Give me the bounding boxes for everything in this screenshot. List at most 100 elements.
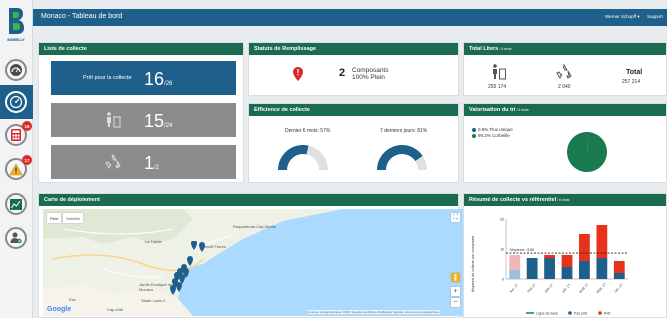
logo-text: BIGBELLY xyxy=(7,38,25,42)
bar-pret[interactable] xyxy=(544,255,555,258)
resume-panel: Résumé de collecte vs référentiel/ 6 moi… xyxy=(463,193,667,318)
bar-pret[interactable] xyxy=(579,234,590,261)
zoom-out-button[interactable]: − xyxy=(451,298,460,307)
sidebar-item-chart[interactable] xyxy=(5,193,27,215)
gauge-right-fill xyxy=(377,145,423,170)
warning-icon xyxy=(9,162,23,175)
legend-pret: Prêt xyxy=(604,312,610,316)
bar-pret[interactable] xyxy=(509,255,521,270)
legend-dot xyxy=(472,133,476,138)
total-liters-panel: Total Liters/ 6 mois 255 174 2 040 Total… xyxy=(463,42,667,96)
statuts-text: Composants 100% Plein xyxy=(352,67,389,81)
map-footer[interactable]: Données cartographiques ©2017 Google Con… xyxy=(307,310,440,314)
gauge-right xyxy=(377,145,427,170)
y-tick-label: 0 xyxy=(502,278,504,282)
support-link[interactable]: Support xyxy=(647,14,663,19)
legend-ligne-de-base: Ligne de base xyxy=(536,312,558,316)
total-liters-title: Total Liters/ 6 mois xyxy=(464,43,666,55)
map-label-la-turbie: La Turbie xyxy=(145,239,162,244)
fullscreen-button[interactable]: ⛶ xyxy=(451,213,460,222)
sidebar: BIGBELLY 16 17 xyxy=(0,0,33,318)
bar-pret[interactable] xyxy=(561,255,573,267)
legend-pas-pret-dot xyxy=(568,311,572,315)
calculator-icon xyxy=(11,129,21,141)
tile-recyclage[interactable]: 1/2 xyxy=(51,145,236,179)
bar-pas-pret[interactable] xyxy=(561,267,573,279)
gauge-icon xyxy=(10,64,22,76)
resume-title: Résumé de collecte vs référentiel/ 6 moi… xyxy=(464,194,666,206)
x-tick-label: mai 17 xyxy=(526,283,536,293)
total-label: Total xyxy=(626,69,643,76)
total-value: 257 214 xyxy=(622,79,641,85)
trash-person-icon xyxy=(107,112,121,128)
legend-pas-pret: Pas prêt xyxy=(574,312,587,316)
tile-recyclage-value: 1/2 xyxy=(144,153,160,173)
x-tick-label: sept. 17 xyxy=(595,282,607,294)
sidebar-item-gauge[interactable] xyxy=(5,59,27,81)
x-tick-label: juin 17 xyxy=(543,283,554,294)
top-header: Monaco - Tableau de bord Werner Schopff … xyxy=(33,9,667,26)
statuts-line1: Composants xyxy=(352,67,389,74)
carte-title: Carte de déploiement xyxy=(39,194,458,206)
bar-pas-pret[interactable] xyxy=(509,270,521,279)
dashboard-icon xyxy=(9,95,23,109)
map-tab-plan[interactable]: Plan xyxy=(47,213,62,223)
user-settings-icon xyxy=(10,232,22,244)
liste-collecte-title: Liste de collecte xyxy=(39,43,243,55)
efficience-title: Efficience de collecte xyxy=(249,104,458,116)
total-liters-trash-value: 255 174 xyxy=(488,84,507,90)
valorisation-pie xyxy=(567,132,607,172)
x-tick-label: avr. 17 xyxy=(509,283,519,293)
statuts-count: 2 xyxy=(339,67,346,79)
legend-pret-dot xyxy=(598,311,602,315)
recycle-icon xyxy=(105,153,121,170)
legend-flux-unique: 0.8% Flux unique xyxy=(472,127,513,132)
legend-corbeille: 99.2% Corbeille xyxy=(472,133,510,138)
google-logo: Google xyxy=(47,306,72,313)
x-tick-label: juil. 17 xyxy=(561,283,572,294)
x-tick-label: oct. 17 xyxy=(613,283,623,293)
recycle-icon xyxy=(556,63,572,80)
x-tick-label: août 17 xyxy=(578,283,589,294)
bar-pas-pret[interactable] xyxy=(526,258,538,279)
map-tab-satellite[interactable]: Satellite xyxy=(63,213,84,223)
bar-pret[interactable] xyxy=(613,261,625,273)
zoom-in-button[interactable]: + xyxy=(451,287,460,296)
bar-pas-pret[interactable] xyxy=(579,261,590,279)
calculator-badge: 16 xyxy=(22,121,32,131)
deployment-map[interactable]: Plan Satellite La Turbie Gimelli Forum J… xyxy=(43,209,465,316)
legend-label: 99.2% Corbeille xyxy=(478,133,510,138)
sidebar-item-user-settings[interactable] xyxy=(5,227,27,249)
tile-corbeille[interactable]: 15/24 xyxy=(51,103,236,137)
street-view-pegman-icon[interactable] xyxy=(451,273,460,282)
pie-slice xyxy=(567,132,607,172)
user-menu[interactable]: Werner Schopff ▾ xyxy=(605,14,640,20)
resume-legend: Ligne de base Pas prêt Prêt xyxy=(526,311,610,316)
total-liters-recycle-value: 2 040 xyxy=(558,84,571,90)
map-label-cap-dail: Cap-d'Ail xyxy=(107,307,124,312)
valorisation-title: Valorisation du tri/ 6 mois xyxy=(464,104,666,116)
y-tick-label: 10 xyxy=(500,248,504,252)
legend-label: 0.8% Flux unique xyxy=(478,127,513,132)
tile-pret-value: 16/26 xyxy=(144,69,173,89)
tile-pret-collecte[interactable]: Prêt pour la collecte 16/26 xyxy=(51,61,236,95)
map-label-eze: Eze xyxy=(69,297,76,302)
y-axis-label: Moyenne de collecte par composant xyxy=(471,236,475,292)
bar-pas-pret[interactable] xyxy=(596,258,608,279)
map-label-roquebrune: Roquebrune-Cap-Martin xyxy=(233,224,277,229)
gauge-left xyxy=(278,145,328,170)
statuts-title: Statuts de Remplissage xyxy=(249,43,458,55)
valorisation-panel: Valorisation du tri/ 6 mois 0.8% Flux un… xyxy=(463,103,667,183)
efficience-right-label: 7 derniers jours: 81% xyxy=(380,128,428,134)
sidebar-item-dashboard[interactable] xyxy=(5,91,27,113)
warning-badge: 17 xyxy=(22,155,32,165)
average-label: Moyenne : 8.65 xyxy=(510,248,534,252)
map-markers[interactable] xyxy=(161,241,241,301)
statuts-line2: 100% Plein xyxy=(352,74,385,81)
bar-pas-pret[interactable] xyxy=(613,273,625,279)
y-tick-label: 20 xyxy=(500,218,504,222)
bar-pas-pret[interactable] xyxy=(544,258,555,279)
chart-icon xyxy=(10,198,22,210)
carte-panel: Carte de déploiement Plan Satellite La T… xyxy=(38,193,465,318)
bigbelly-logo[interactable] xyxy=(5,6,27,36)
